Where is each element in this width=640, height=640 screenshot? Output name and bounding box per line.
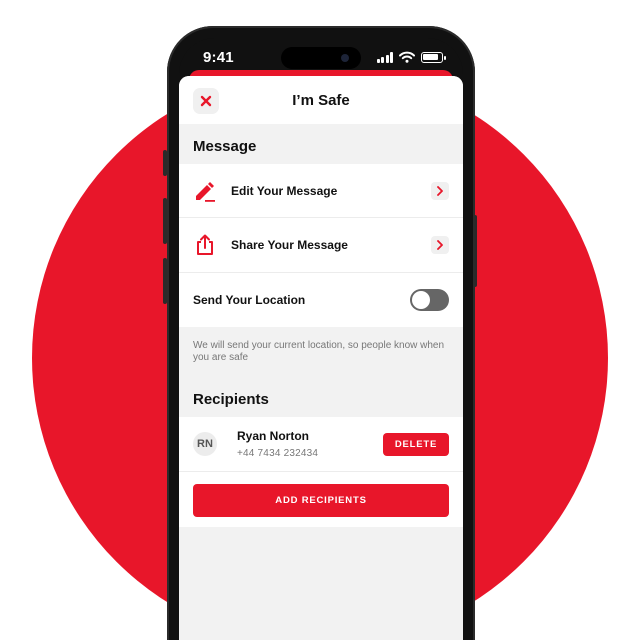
recipient-name: Ryan Norton xyxy=(237,429,309,443)
edit-message-label: Edit Your Message xyxy=(231,183,338,198)
share-message-label: Share Your Message xyxy=(231,238,348,252)
recipient-row: RN Ryan Norton +44 7434 232434 DELETE xyxy=(179,417,463,472)
pencil-icon xyxy=(193,179,217,203)
signal-icon xyxy=(376,51,393,63)
recipient-phone: +44 7434 232434 xyxy=(237,448,319,459)
chevron-right-icon[interactable] xyxy=(431,181,449,200)
chevron-right-icon[interactable] xyxy=(431,236,449,254)
page-title: I’m Safe xyxy=(292,92,350,109)
status-time: 9:41 xyxy=(203,49,234,66)
status-icons xyxy=(376,51,446,63)
modal-sheet: I’m Safe Message Edit Your Message Share… xyxy=(179,76,463,640)
edit-message-row[interactable]: Edit Your Message xyxy=(179,164,463,218)
avatar: RN xyxy=(193,432,217,456)
dynamic-island xyxy=(281,47,361,69)
recipients-section-title: Recipients xyxy=(193,391,269,408)
delete-button[interactable]: DELETE xyxy=(383,432,449,456)
share-icon xyxy=(193,233,217,257)
send-location-row: Send Your Location xyxy=(179,273,463,327)
recipients-card: RN Ryan Norton +44 7434 232434 DELETE AD… xyxy=(179,417,463,527)
share-message-row[interactable]: Share Your Message xyxy=(179,218,463,273)
add-recipients-button[interactable]: ADD RECIPIENTS xyxy=(193,484,449,517)
recipient-info: Ryan Norton +44 7434 232434 xyxy=(237,429,383,459)
battery-icon xyxy=(421,51,446,63)
location-hint: We will send your current location, so p… xyxy=(193,340,445,363)
camera-dot xyxy=(341,54,349,62)
phone-screen: 9:41 I’m Safe Message Edit Your Message … xyxy=(179,38,463,640)
nav-bar: I’m Safe xyxy=(179,76,463,124)
toggle-knob xyxy=(412,291,430,309)
message-section-title: Message xyxy=(193,138,257,155)
message-card: Edit Your Message Share Your Message Sen… xyxy=(179,164,463,327)
location-toggle[interactable] xyxy=(410,289,449,311)
wifi-icon xyxy=(399,51,415,63)
add-recipients-container: ADD RECIPIENTS xyxy=(179,472,463,527)
send-location-label: Send Your Location xyxy=(193,293,306,307)
